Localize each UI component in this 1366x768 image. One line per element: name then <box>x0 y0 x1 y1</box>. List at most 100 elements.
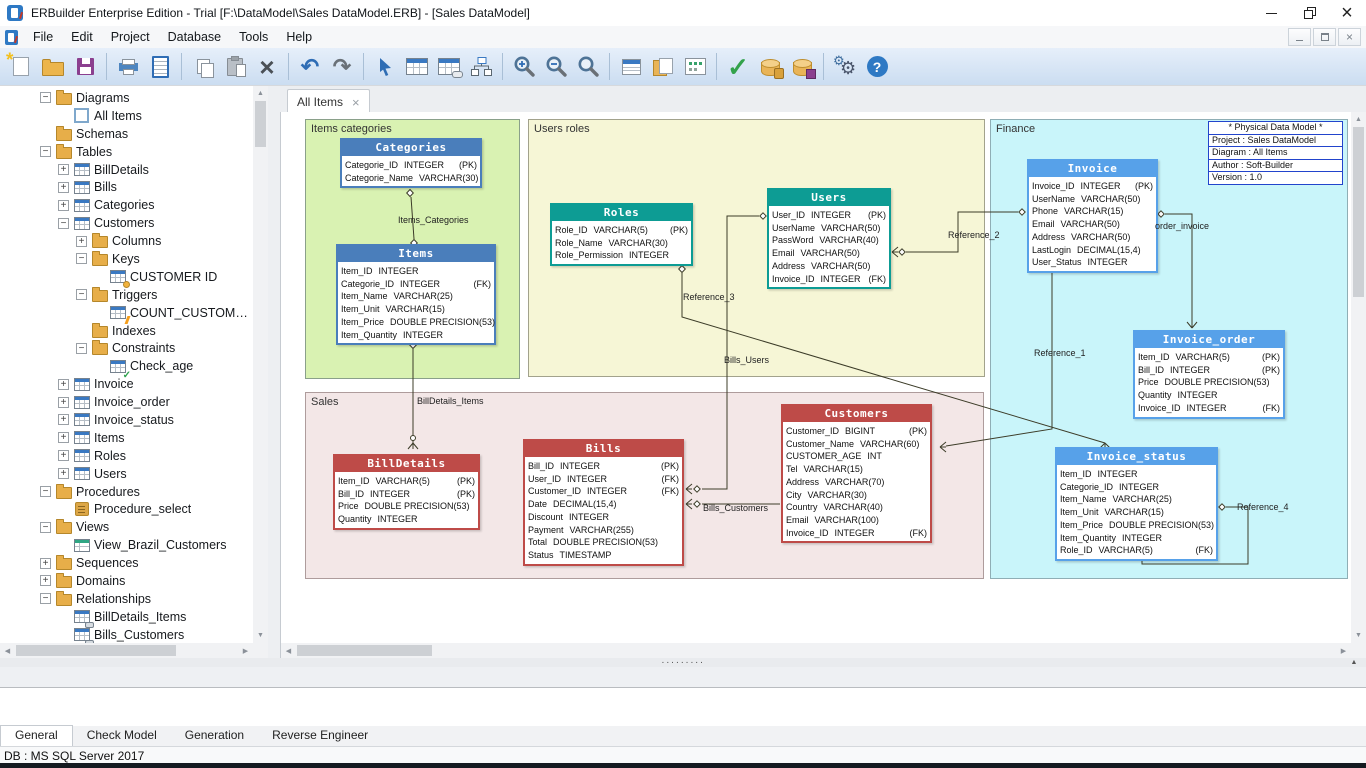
tree-item-billdetails-items[interactable]: BillDetails_Items <box>0 608 253 626</box>
menu-item-help[interactable]: Help <box>277 27 321 48</box>
tab-generation[interactable]: Generation <box>171 726 258 746</box>
restore-button[interactable] <box>1290 0 1328 26</box>
copy-button[interactable] <box>187 51 219 82</box>
tree-item-view-brazil-customers[interactable]: View_Brazil_Customers <box>0 536 253 554</box>
entity-customers[interactable]: CustomersCustomer_IDBIGINT(PK)Customer_N… <box>781 404 932 543</box>
mdi-restore-button[interactable] <box>1313 28 1336 46</box>
tree-item-relationships[interactable]: −Relationships <box>0 590 253 608</box>
scroll-left-icon[interactable]: ◀ <box>0 643 15 658</box>
expand-icon[interactable]: + <box>40 575 51 586</box>
tree-item-keys[interactable]: −Keys <box>0 250 253 268</box>
tab-general[interactable]: General <box>0 725 73 747</box>
scrollbar-thumb[interactable] <box>16 645 176 656</box>
entity-invoice[interactable]: InvoiceInvoice_IDINTEGER(PK)UserNameVARC… <box>1027 159 1158 273</box>
tab-close-icon[interactable]: × <box>352 96 360 109</box>
canvas-horizontal-scrollbar[interactable]: ◀ ▶ <box>281 643 1351 658</box>
generate-database-button[interactable] <box>754 51 786 82</box>
expand-icon[interactable]: + <box>58 182 69 193</box>
entity-users[interactable]: UsersUser_IDINTEGER(PK)UserNameVARCHAR(5… <box>767 188 891 289</box>
tree-item-categories[interactable]: +Categories <box>0 196 253 214</box>
relationship-label-order-invoice[interactable]: order_invoice <box>1155 221 1209 231</box>
tree-item-constraints[interactable]: −Constraints <box>0 339 253 357</box>
entity-billdetails[interactable]: BillDetailsItem_IDVARCHAR(5)(PK)Bill_IDI… <box>333 454 480 530</box>
scroll-down-icon[interactable]: ▼ <box>1351 628 1366 643</box>
mdi-minimize-button[interactable] <box>1288 28 1311 46</box>
expand-icon[interactable]: + <box>76 236 87 247</box>
tree-item-diagrams[interactable]: −Diagrams <box>0 89 253 107</box>
scrollbar-thumb[interactable] <box>1353 127 1364 297</box>
scroll-right-icon[interactable]: ▶ <box>1336 643 1351 658</box>
entity-items[interactable]: ItemsItem_IDINTEGERCategorie_IDINTEGER(F… <box>336 244 496 345</box>
relationship-label-billdetails-items[interactable]: BillDetails_Items <box>417 396 484 406</box>
entity-invoice-status[interactable]: Invoice_statusItem_IDINTEGERCategorie_ID… <box>1055 447 1218 561</box>
relationship-label-bills-customers[interactable]: Bills_Customers <box>703 503 768 513</box>
new-file-button[interactable] <box>5 51 37 82</box>
relationship-label-reference-4[interactable]: Reference_4 <box>1237 502 1289 512</box>
diagram-surface[interactable]: Items categoriesUsers rolesSalesFinance <box>281 112 1351 643</box>
tree-item-check-age[interactable]: Check_age <box>0 357 253 375</box>
model-info-box[interactable]: * Physical Data Model *Project : Sales D… <box>1208 121 1343 185</box>
menu-item-database[interactable]: Database <box>159 27 231 48</box>
paste-button[interactable] <box>219 51 251 82</box>
mdi-close-button[interactable] <box>1338 28 1361 46</box>
menu-item-tools[interactable]: Tools <box>230 27 277 48</box>
model-hierarchy-button[interactable] <box>465 51 497 82</box>
relationship-label-items-categories[interactable]: Items_Categories <box>398 215 469 225</box>
save-database-button[interactable] <box>786 51 818 82</box>
scrollbar-thumb[interactable] <box>255 101 266 147</box>
relationship-label-reference-1[interactable]: Reference_1 <box>1034 348 1086 358</box>
entity-roles[interactable]: RolesRole_IDVARCHAR(5)(PK)Role_NameVARCH… <box>550 203 693 266</box>
new-table-button[interactable] <box>401 51 433 82</box>
entity-invoice-order[interactable]: Invoice_orderItem_IDVARCHAR(5)(PK)Bill_I… <box>1133 330 1285 419</box>
table-relationship-button[interactable] <box>433 51 465 82</box>
tree-item-invoice-status[interactable]: +Invoice_status <box>0 411 253 429</box>
tree-item-schemas[interactable]: Schemas <box>0 125 253 143</box>
zoom-button[interactable] <box>572 51 604 82</box>
print-button[interactable] <box>112 51 144 82</box>
collapse-icon[interactable]: − <box>40 593 51 604</box>
expand-icon[interactable]: + <box>40 558 51 569</box>
tree-item-procedure-select[interactable]: Procedure_select <box>0 500 253 518</box>
collapse-icon[interactable]: − <box>40 92 51 103</box>
collapse-icon[interactable]: − <box>40 486 51 497</box>
relationship-label-bills-users[interactable]: Bills_Users <box>724 355 769 365</box>
tree-item-domains[interactable]: +Domains <box>0 572 253 590</box>
check-model-button[interactable] <box>722 51 754 82</box>
tree-item-indexes[interactable]: Indexes <box>0 322 253 340</box>
close-button[interactable] <box>1328 0 1366 26</box>
settings-button[interactable] <box>829 51 861 82</box>
tree-vertical-scrollbar[interactable]: ▲ ▼ <box>253 86 268 643</box>
splitter-grip-icon[interactable]: ········· <box>661 661 704 665</box>
panel-splitter[interactable] <box>268 85 280 658</box>
collapse-icon[interactable]: − <box>76 289 87 300</box>
delete-button[interactable] <box>251 51 283 82</box>
tree-item-billdetails[interactable]: +BillDetails <box>0 161 253 179</box>
collapse-icon[interactable]: − <box>40 146 51 157</box>
editor-view-button[interactable] <box>615 51 647 82</box>
expand-icon[interactable]: + <box>58 397 69 408</box>
collapse-panel-icon[interactable]: ▲ <box>1346 658 1362 667</box>
tree-item-tables[interactable]: −Tables <box>0 143 253 161</box>
zoom-in-button[interactable] <box>508 51 540 82</box>
horizontal-splitter[interactable]: ········· ▲ <box>0 658 1366 667</box>
collapse-icon[interactable]: − <box>76 343 87 354</box>
expand-icon[interactable]: + <box>58 468 69 479</box>
open-folder-button[interactable] <box>37 51 69 82</box>
redo-button[interactable] <box>326 51 358 82</box>
menu-item-edit[interactable]: Edit <box>62 27 102 48</box>
menu-item-project[interactable]: Project <box>102 27 159 48</box>
expand-icon[interactable]: + <box>58 432 69 443</box>
undo-button[interactable] <box>294 51 326 82</box>
tree-item-bills[interactable]: +Bills <box>0 178 253 196</box>
tree-item-count-customers[interactable]: COUNT_CUSTOMERS <box>0 304 253 322</box>
tree-item-views[interactable]: −Views <box>0 518 253 536</box>
scroll-right-icon[interactable]: ▶ <box>238 643 253 658</box>
tree-item-invoice-order[interactable]: +Invoice_order <box>0 393 253 411</box>
tree-item-columns[interactable]: +Columns <box>0 232 253 250</box>
tree-item-all-items[interactable]: All Items <box>0 107 253 125</box>
collapse-icon[interactable]: − <box>76 253 87 264</box>
scroll-left-icon[interactable]: ◀ <box>281 643 296 658</box>
tree-item-customers[interactable]: −Customers <box>0 214 253 232</box>
select-cursor-button[interactable] <box>369 51 401 82</box>
report-button[interactable] <box>647 51 679 82</box>
